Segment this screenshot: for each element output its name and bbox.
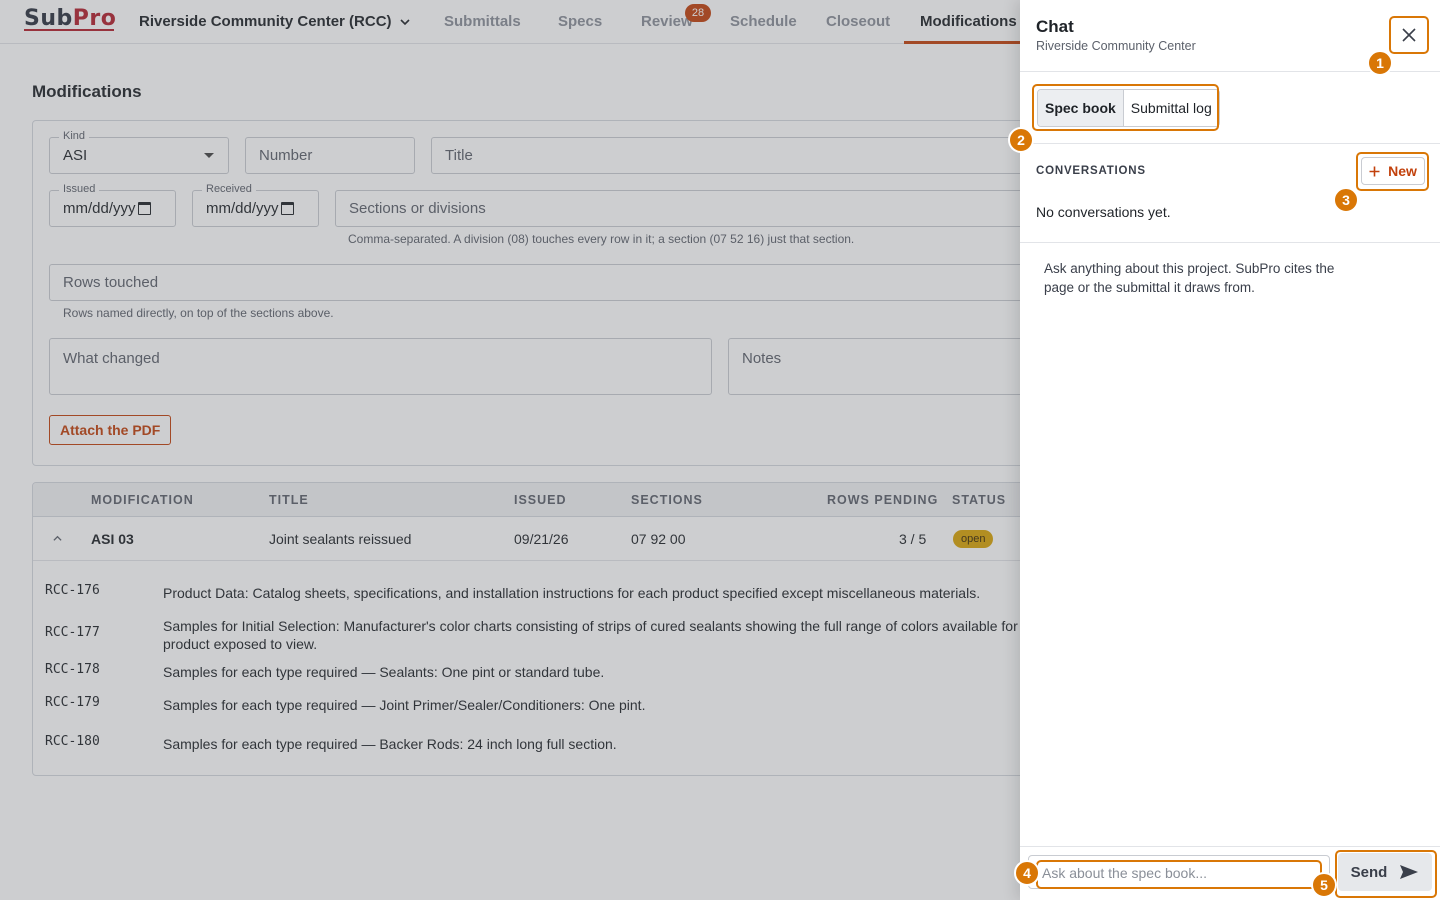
chat-drawer: Chat Riverside Community Center Spec boo… [1020, 0, 1440, 900]
annotation-marker-3: 3 [1333, 187, 1359, 213]
no-conversations-text: No conversations yet. [1036, 204, 1171, 220]
chat-input-field[interactable] [1028, 855, 1330, 889]
close-icon [1402, 28, 1416, 42]
new-conversation-button[interactable]: New [1361, 157, 1425, 185]
chat-input[interactable] [1042, 862, 1322, 884]
annotation-marker-5: 5 [1311, 872, 1337, 898]
source-submittal-log[interactable]: Submittal log [1122, 90, 1219, 126]
send-button[interactable]: Send [1338, 853, 1432, 891]
annotation-marker-4: 4 [1014, 860, 1040, 886]
send-icon [1400, 865, 1419, 879]
composer-divider [1020, 846, 1440, 847]
chat-intro-text: Ask anything about this project. SubPro … [1044, 261, 1335, 295]
plus-icon [1369, 166, 1380, 176]
chat-title: Chat [1036, 17, 1074, 36]
annotation-marker-2: 2 [1008, 127, 1034, 153]
send-label: Send [1350, 863, 1388, 881]
chat-project-subtitle: Riverside Community Center [1036, 39, 1196, 53]
conversations-divider [1020, 242, 1440, 243]
source-spec-book[interactable]: Spec book [1038, 90, 1123, 126]
conversations-heading: CONVERSATIONS [1036, 165, 1146, 177]
annotation-marker-1: 1 [1367, 50, 1393, 76]
close-chat-button[interactable] [1390, 17, 1428, 53]
new-conversation-label: New [1388, 163, 1417, 179]
source-divider [1020, 143, 1440, 144]
source-toggle: Spec book Submittal log [1037, 89, 1220, 127]
